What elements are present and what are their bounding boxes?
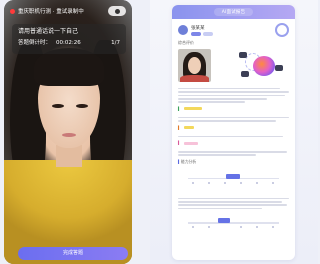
suggestion-label: ▍ [172, 137, 295, 145]
radar-tag [241, 71, 249, 77]
recording-status: 重庆职机行测 · 重试录制中 [18, 9, 84, 15]
bar-tick [272, 181, 274, 184]
bar-fill [226, 173, 240, 179]
camera-switch-icon [114, 8, 120, 14]
section-basic-label: 综合评价 [178, 40, 194, 45]
summary-text [172, 82, 295, 103]
avatar [178, 25, 188, 35]
bar-track [188, 222, 279, 224]
bar-fill [218, 218, 230, 224]
candidate-name: 张某某 [191, 25, 205, 31]
left-eye [52, 104, 64, 108]
bar-tick [240, 181, 242, 184]
candidate-tags [191, 31, 215, 36]
section-detail-title: 能力分析 [180, 158, 197, 164]
bar-tick [256, 181, 258, 184]
suggestion-text [172, 145, 295, 156]
candidate-photo [178, 49, 211, 82]
question-prompt: 请用普通话说一下自己 [18, 28, 79, 35]
section-detail-label: ▍能力分析 [178, 158, 197, 164]
neck [56, 145, 82, 167]
question-overlay: 请用普通话说一下自己 答题倒计时： 00:02:26 1/7 [12, 24, 126, 54]
mouth [62, 133, 76, 137]
camera-switch-button[interactable] [108, 6, 126, 16]
timer-value: 00:02:26 [56, 40, 81, 46]
detail-text [172, 192, 295, 210]
bar-tick [192, 226, 194, 229]
phone-top-bar: 重庆职机行测 · 重试录制中 [4, 0, 132, 22]
strength-text [172, 111, 295, 122]
radar-tag [239, 52, 247, 58]
phone-recording-view: 重庆职机行测 · 重试录制中 请用普通话说一下自己 答题倒计时： 00:02:2… [4, 0, 132, 264]
radar-blob [253, 56, 275, 76]
bar-tick [208, 226, 210, 229]
bar-tick [208, 181, 210, 184]
tag [203, 31, 213, 36]
interview-report-card: AI面试报告 张某某 综合评价 ▍ ▍ ▍ ▍能力分析 [172, 5, 295, 260]
bar-tick [192, 181, 194, 184]
tag [191, 31, 201, 36]
bar-tick [256, 226, 258, 229]
weakness-label: ▍ [172, 122, 295, 130]
weakness-text [172, 130, 295, 138]
right-eye [76, 104, 88, 108]
media-row [172, 46, 295, 82]
radar-tag [275, 65, 283, 71]
bar-tick [224, 181, 226, 184]
recording-dot-icon [10, 8, 15, 14]
page-indicator: 1/7 [111, 40, 120, 46]
bar-tick [272, 226, 274, 229]
finish-answer-button[interactable]: 完成答题 [18, 247, 128, 260]
report-header: AI面试报告 [172, 5, 295, 19]
score-ring [275, 23, 289, 37]
timer-row: 答题倒计时： 00:02:26 1/7 [18, 39, 120, 48]
bar-tick [240, 226, 242, 229]
candidate-profile: 张某某 [172, 19, 295, 37]
score-bar-chart [178, 168, 289, 192]
ability-radar-chart [217, 49, 287, 82]
strength-label: ▍ [172, 103, 295, 111]
timer-label: 答题倒计时： [18, 40, 52, 46]
score-bar-chart-2 [178, 212, 289, 236]
report-title: AI面试报告 [213, 8, 254, 16]
